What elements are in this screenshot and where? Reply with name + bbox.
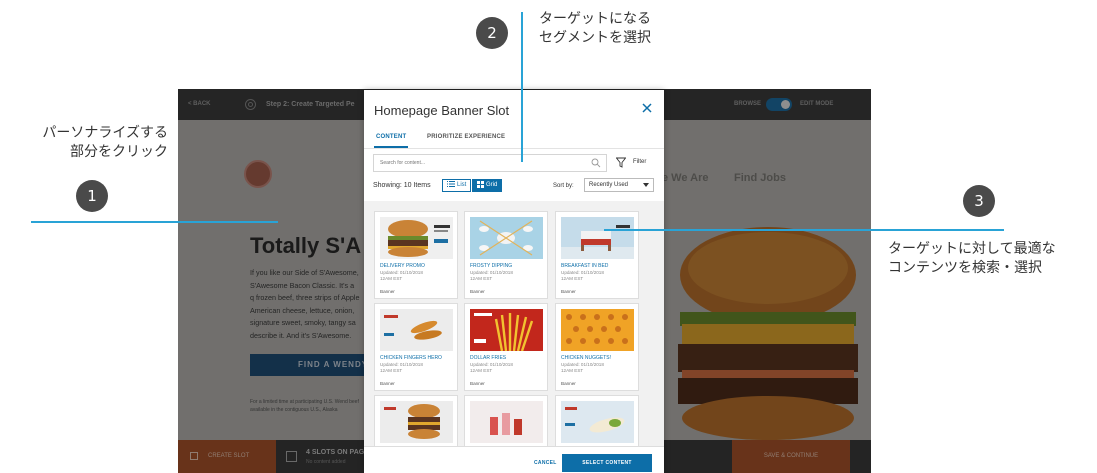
content-modal: Homepage Banner Slot CONTENT PRIORITIZE … <box>364 90 664 473</box>
content-card[interactable]: CHICKEN NUGGETS! Updated: 01/10/2018 12AM… <box>555 303 639 391</box>
callout-1-text: パーソナライズする 部分をクリック <box>42 125 168 160</box>
callout-2-badge: 2 <box>476 17 508 49</box>
wrap-image <box>561 401 634 443</box>
card-updated: Updated: 01/10/2018 12AM EST <box>380 362 423 373</box>
card-updated: Updated: 01/10/2018 12AM EST <box>561 270 604 281</box>
search-input[interactable] <box>374 155 584 171</box>
card-thumbnail <box>470 401 543 443</box>
tabs-divider <box>364 148 664 149</box>
card-thumbnail <box>470 309 543 351</box>
drinks-image <box>470 401 543 443</box>
content-card[interactable]: BREAKFAST IN BED Updated: 01/10/2018 12AM… <box>555 211 639 299</box>
card-title: BREAKFAST IN BED <box>561 263 609 269</box>
card-type: Banner <box>470 289 485 294</box>
content-card[interactable] <box>464 395 548 446</box>
card-type: Banner <box>561 381 576 386</box>
card-title: CHICKEN FINGERS HERO <box>380 355 442 361</box>
bed-image <box>561 217 634 259</box>
list-icon <box>447 181 455 188</box>
card-thumbnail <box>561 401 634 443</box>
sort-by-label: Sort by: <box>553 183 574 189</box>
content-card[interactable]: DELIVERY PROMO Updated: 01/10/2018 12AM E… <box>374 211 458 299</box>
list-view-label: List <box>457 182 467 188</box>
content-card[interactable]: CHICKEN FINGERS HERO Updated: 01/10/2018… <box>374 303 458 391</box>
nuggets-image <box>561 309 634 351</box>
search-icon[interactable] <box>591 158 601 168</box>
grid-view-label: Grid <box>486 182 498 188</box>
card-thumbnail <box>561 309 634 351</box>
card-thumbnail <box>470 217 543 259</box>
tab-content[interactable]: CONTENT <box>376 134 406 140</box>
card-title: DOLLAR FRIES <box>470 355 507 361</box>
cancel-button[interactable]: CANCEL <box>534 460 557 466</box>
card-title: FROSTY DIPPING <box>470 263 513 269</box>
callout-2-text: ターゲットになる セグメントを選択 <box>539 11 651 46</box>
burger-image <box>380 217 453 259</box>
filter-icon[interactable] <box>616 157 626 168</box>
card-thumbnail <box>561 217 634 259</box>
callout-1-line <box>31 221 278 223</box>
select-content-button[interactable]: SELECT CONTENT <box>562 454 652 472</box>
frosty-image <box>470 217 543 259</box>
card-type: Banner <box>380 289 395 294</box>
content-card[interactable]: FROSTY DIPPING Updated: 01/10/2018 12AM E… <box>464 211 548 299</box>
callout-3-text: ターゲットに対して最適な コンテンツを検索・選択 <box>888 241 1056 276</box>
card-updated: Updated: 01/10/2018 12AM EST <box>561 362 604 373</box>
card-type: Banner <box>470 381 485 386</box>
card-updated: Updated: 01/10/2018 12AM EST <box>380 270 423 281</box>
grid-icon <box>477 180 484 188</box>
burger-image <box>380 401 453 443</box>
sort-select[interactable]: Recently Used <box>584 178 654 192</box>
sort-value: Recently Used <box>589 182 629 188</box>
close-icon[interactable] <box>640 101 654 115</box>
search-box <box>373 154 607 172</box>
content-card[interactable] <box>555 395 639 446</box>
card-thumbnail <box>380 309 453 351</box>
modal-footer: CANCEL SELECT CONTENT <box>364 446 664 473</box>
card-thumbnail <box>380 401 453 443</box>
filter-label[interactable]: Filter <box>633 159 646 165</box>
callout-1-badge: 1 <box>76 180 108 212</box>
card-title: DELIVERY PROMO <box>380 263 425 269</box>
tab-prioritize-experience[interactable]: PRIORITIZE EXPERIENCE <box>427 134 505 140</box>
callout-3-line <box>604 229 1004 231</box>
card-updated: Updated: 01/10/2018 12AM EST <box>470 362 513 373</box>
tutorial-figure: < BACK Step 2: Create Targeted Pe BROWSE… <box>0 0 1097 473</box>
callout-3-badge: 3 <box>963 185 995 217</box>
grid-view-button[interactable]: Grid <box>472 179 503 192</box>
card-type: Banner <box>561 289 576 294</box>
content-card[interactable] <box>374 395 458 446</box>
callout-2-line <box>521 12 523 162</box>
modal-title: Homepage Banner Slot <box>374 103 510 118</box>
card-title: CHICKEN NUGGETS! <box>561 355 612 361</box>
list-view-button[interactable]: List <box>442 179 472 192</box>
card-updated: Updated: 01/10/2018 12AM EST <box>470 270 513 281</box>
content-grid: DELIVERY PROMO Updated: 01/10/2018 12AM E… <box>364 201 664 446</box>
card-thumbnail <box>380 217 453 259</box>
fries-image <box>470 309 543 351</box>
chicken-fingers-image <box>380 309 453 351</box>
caret-down-icon <box>643 183 649 187</box>
item-count: Showing: 10 Items <box>373 182 431 189</box>
content-card[interactable]: DOLLAR FRIES Updated: 01/10/2018 12AM EST… <box>464 303 548 391</box>
card-type: Banner <box>380 381 395 386</box>
